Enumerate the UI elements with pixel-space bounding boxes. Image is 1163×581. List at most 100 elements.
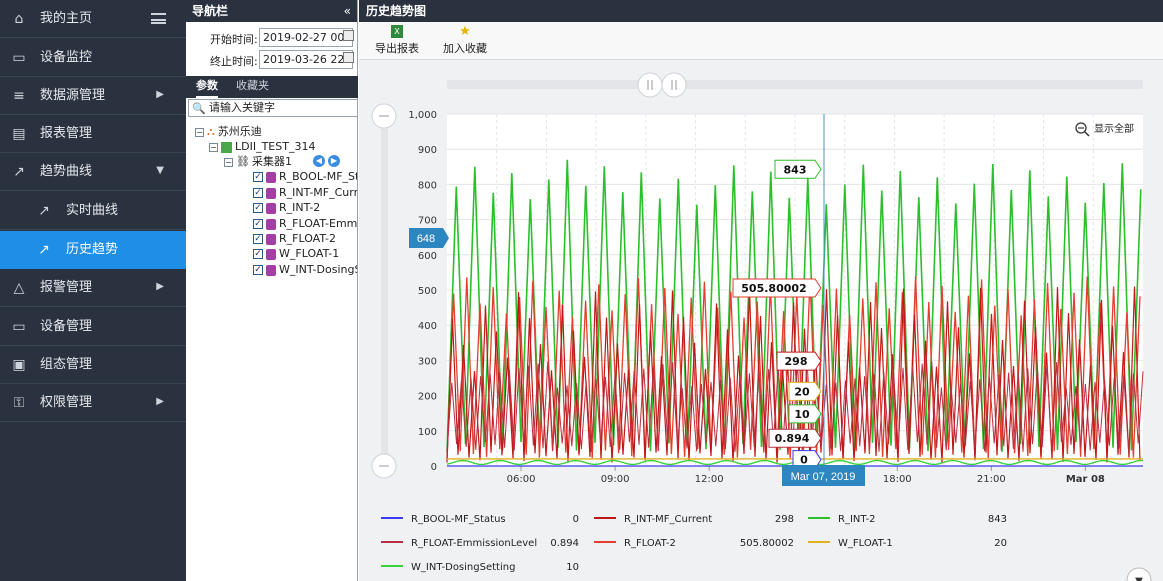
y-tick-label: 500 [418, 286, 437, 297]
sidebar-item-alarm[interactable]: △ 报警管理 ▶ [0, 269, 186, 307]
crosshair-x-label: Mar 07, 2019 [782, 465, 865, 486]
sidebar-item-config[interactable]: ▣ 组态管理 [0, 346, 186, 384]
tree-tag-4[interactable]: ✓ R_FLOAT-2 [253, 231, 357, 246]
collapse-toggle-icon[interactable]: − [224, 157, 233, 167]
sidebar-item-history[interactable]: ↗ 历史趋势 [0, 231, 186, 269]
legend-label: R_INT-2 [838, 514, 876, 525]
calendar-icon[interactable] [343, 30, 354, 41]
menu-toggle-icon[interactable] [151, 13, 166, 24]
sidebar-item-label: 报警管理 [40, 280, 93, 295]
x-tick-label: 06:00 [507, 474, 536, 485]
end-time-input[interactable]: 2019-03-26 22 [259, 50, 353, 69]
chevron-down-icon: ▼ [156, 165, 164, 176]
export-report-button[interactable]: X 导出报表 [375, 25, 419, 56]
x-tick-label: 21:00 [977, 474, 1006, 485]
checkbox[interactable]: ✓ [253, 249, 263, 259]
tree-tag-3[interactable]: ✓ R_FLOAT-Emmi [253, 216, 357, 231]
legend-value: 505.80002 [740, 538, 794, 549]
tree-tag-0[interactable]: ✓ R_BOOL-MF_Sta [253, 169, 357, 184]
y-axis: 0 100 200 300 400 500 600 700 800 900 1,000 [408, 110, 437, 473]
checkbox[interactable]: ✓ [253, 203, 263, 213]
previous-icon[interactable]: ◀ [313, 155, 325, 167]
y-tick-label: 900 [418, 145, 437, 156]
vertical-slider-track[interactable] [381, 114, 388, 466]
tree-node-device[interactable]: − LDII_TEST_314 [209, 139, 315, 154]
chevron-right-icon: ▶ [156, 89, 164, 100]
tree-tag-2[interactable]: ✓ R_INT-2 [253, 200, 357, 215]
tooltip-value: 0.894 [775, 432, 810, 445]
device-icon: ▭ [12, 319, 26, 335]
calendar-icon[interactable] [343, 52, 354, 63]
history-chart[interactable]: 01002003004005006007008009001,000 06:00 0… [359, 60, 1163, 581]
chevron-right-icon: ▶ [156, 396, 164, 407]
navigator-handle-left[interactable] [637, 72, 663, 98]
legend-item[interactable]: R_INT-MF_Current 298 [594, 514, 794, 525]
navigator-track[interactable] [447, 80, 1143, 89]
database-icon: ≡ [13, 88, 25, 104]
sidebar-item-trend[interactable]: ↗ 趋势曲线 ▼ [0, 153, 186, 191]
y-tick-label: 700 [418, 216, 437, 227]
y-tick-label: 800 [418, 180, 437, 191]
sidebar-item-label: 组态管理 [40, 357, 93, 372]
sidebar-item-device-manage[interactable]: ▭ 设备管理 [0, 308, 186, 346]
tree-label: 采集器1 [251, 155, 292, 168]
checkbox[interactable]: ✓ [253, 219, 263, 229]
legend-item[interactable]: W_FLOAT-1 20 [808, 538, 1007, 549]
x-tick-label: 18:00 [883, 474, 912, 485]
checkbox[interactable]: ✓ [253, 265, 263, 275]
navigator-handle-right[interactable] [661, 72, 687, 98]
collapse-toggle-icon[interactable]: − [209, 142, 218, 152]
tree-tag-6[interactable]: ✓ W_INT-DosingS [253, 262, 357, 277]
checkbox[interactable]: ✓ [253, 234, 263, 244]
tree-node-company[interactable]: − ⛬ 苏州乐迪 [195, 124, 262, 139]
legend-value: 0 [573, 514, 579, 525]
y-tick-label: 200 [418, 392, 437, 403]
legend-item[interactable]: R_FLOAT-EmmissionLevel 0.894 [381, 538, 579, 549]
legend-item[interactable]: R_INT-2 843 [808, 514, 1007, 525]
legend-label: W_FLOAT-1 [838, 538, 893, 549]
sidebar-item-reports[interactable]: ▤ 报表管理 [0, 115, 186, 153]
legend-label: W_INT-DosingSetting [411, 562, 515, 573]
tooltip-value: 298 [785, 355, 808, 368]
tree-label: R_FLOAT-2 [279, 232, 337, 245]
y-tick-label: 600 [418, 251, 437, 262]
sidebar-item-datasource[interactable]: ≡ 数据源管理 ▶ [0, 77, 186, 115]
collapse-icon[interactable]: « [344, 0, 351, 22]
org-icon: ⛬ [207, 125, 215, 138]
crosshair-y-label: 648 [409, 228, 449, 248]
y-tick-label: 100 [418, 427, 437, 438]
checkbox[interactable]: ✓ [253, 188, 263, 198]
tree-label: W_INT-DosingS [279, 263, 357, 276]
vertical-slider-bottom-handle[interactable] [371, 453, 397, 479]
sidebar-item-realtime[interactable]: ↗ 实时曲线 [0, 192, 186, 230]
search-input[interactable]: 🔍 请输入关键字 [188, 99, 358, 117]
tree-tag-5[interactable]: ✓ W_FLOAT-1 [253, 246, 357, 261]
collapse-toggle-icon[interactable]: − [195, 127, 204, 137]
sidebar-item-home[interactable]: ⌂ 我的主页 [0, 0, 186, 38]
tree-tag-1[interactable]: ✓ R_INT-MF_Curre [253, 185, 357, 200]
tab-favorites[interactable]: 收藏夹 [236, 76, 269, 98]
tag-icon [266, 233, 276, 245]
legend-label: R_FLOAT-EmmissionLevel [411, 538, 537, 549]
vertical-slider-top-handle[interactable] [371, 103, 397, 129]
x-tick-label: 12:00 [695, 474, 724, 485]
legend-item[interactable]: R_FLOAT-2 505.80002 [594, 538, 794, 549]
start-time-input[interactable]: 2019-02-27 00 [259, 28, 353, 47]
scroll-down-button[interactable]: ▼ [1126, 567, 1152, 581]
realtime-chart-icon: ↗ [38, 203, 50, 219]
tooltip-value: 20 [794, 385, 810, 398]
tree-label: LDII_TEST_314 [235, 140, 316, 153]
tree-label: R_INT-2 [279, 201, 321, 214]
next-icon[interactable]: ▶ [328, 155, 340, 167]
tree-label: R_BOOL-MF_Sta [279, 170, 357, 183]
sidebar-item-permissions[interactable]: ⚿ 权限管理 ▶ [0, 384, 186, 422]
legend-item[interactable]: W_INT-DosingSetting 10 [381, 562, 579, 573]
end-time-row: 终止时间: 2019-03-26 22 [186, 49, 358, 69]
add-favorite-button[interactable]: ★ 加入收藏 [443, 25, 487, 56]
checkbox[interactable]: ✓ [253, 172, 263, 182]
tree-node-collector[interactable]: − ⛓ 采集器1 ◀ ▶ [224, 154, 356, 169]
legend-item[interactable]: R_BOOL-MF_Status 0 [381, 514, 579, 525]
export-label: 导出报表 [375, 42, 419, 55]
tab-params[interactable]: 参数 [196, 76, 218, 98]
sidebar-item-device-monitor[interactable]: ▭ 设备监控 [0, 39, 186, 77]
